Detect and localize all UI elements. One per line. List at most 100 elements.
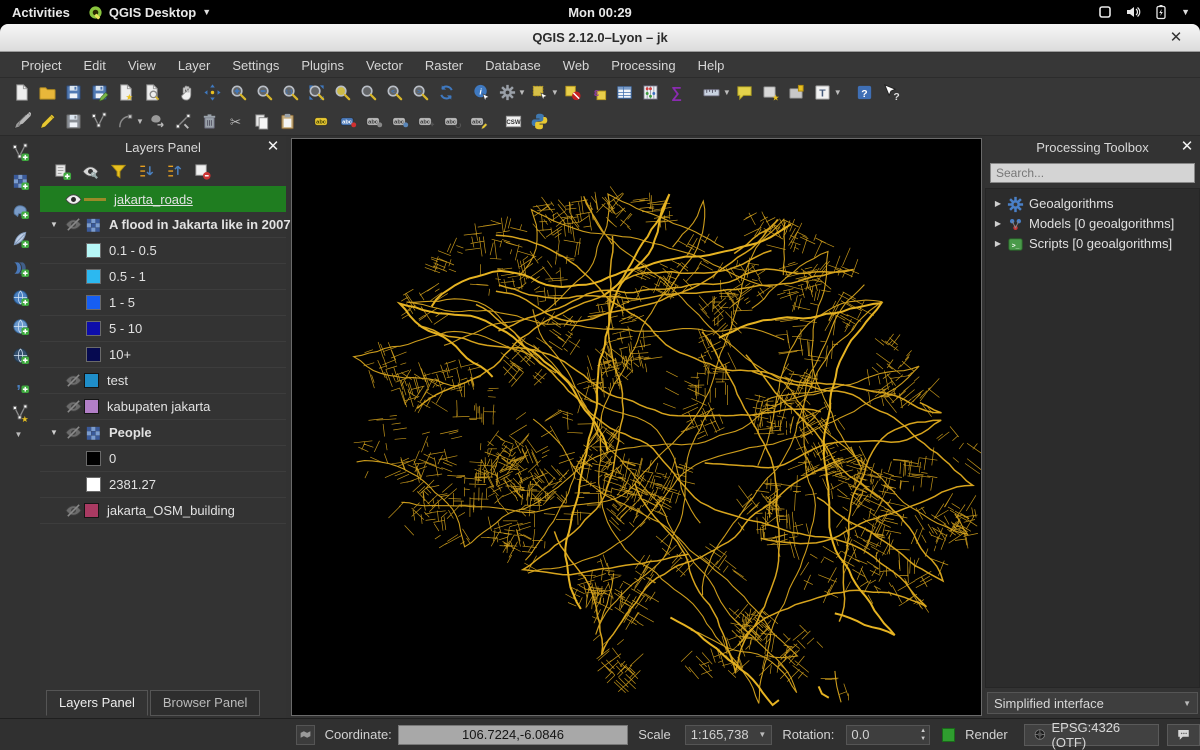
zoom-native-button[interactable]: 1:1 [277, 80, 303, 105]
change-label-button[interactable]: abc [466, 109, 492, 134]
add-wfs-layer-button[interactable] [6, 343, 34, 367]
map-canvas[interactable] [291, 138, 982, 716]
show-bookmarks-button[interactable] [784, 80, 810, 105]
zoom-full-button[interactable] [303, 80, 329, 105]
open-attribute-table-button[interactable] [612, 80, 638, 105]
render-checkbox[interactable] [942, 728, 955, 742]
save-project-button[interactable] [60, 80, 86, 105]
add-delimited-text-layer-button[interactable]: , [6, 372, 34, 396]
expander-icon[interactable]: ▶ [990, 199, 1006, 208]
visibility-eye-hidden-icon[interactable] [62, 397, 84, 416]
text-annotation-button[interactable]: T [810, 80, 836, 105]
deselect-features-button[interactable] [560, 80, 586, 105]
add-group-button[interactable] [50, 160, 74, 182]
crs-status-button[interactable]: EPSG:4326 (OTF) [1024, 724, 1159, 746]
layer-item-jakarta-roads[interactable]: jakarta_roads [40, 186, 286, 212]
node-tool-button[interactable] [171, 109, 197, 134]
cut-features-button[interactable]: ✂ [223, 109, 249, 134]
scale-combo[interactable]: 1:165,738 ▼ [685, 725, 773, 745]
legend-item-1-5[interactable]: 1 - 5 [40, 290, 286, 316]
save-layer-edits-button[interactable] [60, 109, 86, 134]
rotation-spinner[interactable]: 0.0 ▲▼ [846, 725, 930, 745]
visibility-eye-icon[interactable] [62, 190, 84, 209]
menu-database[interactable]: Database [474, 55, 552, 76]
expander-icon[interactable]: ▶ [990, 219, 1006, 228]
menu-settings[interactable]: Settings [221, 55, 290, 76]
menu-edit[interactable]: Edit [72, 55, 116, 76]
help-contents-button[interactable]: ? [852, 80, 878, 105]
composer-manager-button[interactable] [138, 80, 164, 105]
visibility-eye-hidden-icon[interactable] [62, 215, 84, 234]
legend-item-0-5-1[interactable]: 0.5 - 1 [40, 264, 286, 290]
expand-all-button[interactable] [134, 160, 158, 182]
paste-features-button[interactable] [275, 109, 301, 134]
zoom-next-button[interactable]: > [407, 80, 433, 105]
layer-item-jakarta-osm-building[interactable]: jakarta_OSM_building [40, 498, 286, 524]
refresh-map-button[interactable] [433, 80, 459, 105]
move-feature-button[interactable] [145, 109, 171, 134]
processing-item-0[interactable]: ▶Geoalgorithms [986, 193, 1199, 213]
rotate-label-button[interactable]: abc [440, 109, 466, 134]
layer-diagram-options-button[interactable]: abc [336, 109, 362, 134]
layer-labeling-options-button[interactable]: abc [310, 109, 336, 134]
add-vector-layer-button[interactable] [6, 140, 34, 164]
volume-icon[interactable] [1125, 4, 1141, 20]
messages-button[interactable] [1167, 724, 1200, 746]
pin-unpin-labels-button[interactable]: abc [362, 109, 388, 134]
measure-line-button[interactable] [699, 80, 725, 105]
zoom-to-layer-button[interactable] [329, 80, 355, 105]
toggle-editing-button[interactable] [34, 109, 60, 134]
menu-plugins[interactable]: Plugins [290, 55, 355, 76]
menu-processing[interactable]: Processing [600, 55, 686, 76]
copy-features-button[interactable] [249, 109, 275, 134]
rotation-spin-arrows[interactable]: ▲▼ [920, 727, 926, 743]
expander-icon[interactable]: ▼ [46, 428, 62, 437]
new-bookmark-button[interactable]: ★ [758, 80, 784, 105]
menu-raster[interactable]: Raster [414, 55, 474, 76]
app-menu-button[interactable]: QGIS Desktop ▼ [88, 5, 211, 20]
window-icon[interactable] [1097, 4, 1113, 20]
layer-item-people[interactable]: ▼People [40, 420, 286, 446]
layer-item-test[interactable]: test [40, 368, 286, 394]
layers-panel-header[interactable]: Layers Panel ✕ [40, 136, 286, 158]
select-features-button[interactable] [527, 80, 553, 105]
add-circular-string-button[interactable] [112, 109, 138, 134]
processing-toolbox-close-button[interactable]: ✕ [1178, 137, 1196, 155]
coordinate-toggle-button[interactable] [296, 725, 315, 745]
zoom-out-button[interactable] [251, 80, 277, 105]
new-composer-button[interactable]: ★ [112, 80, 138, 105]
processing-toolbox-header[interactable]: Processing Toolbox ✕ [985, 136, 1200, 158]
menu-help[interactable]: Help [687, 55, 736, 76]
run-feature-action-button[interactable] [494, 80, 520, 105]
select-by-expression-button[interactable]: ε [586, 80, 612, 105]
legend-item-2381-27[interactable]: 2381.27 [40, 472, 286, 498]
chevron-down-icon[interactable]: ▼ [1181, 7, 1190, 17]
menu-view[interactable]: View [117, 55, 167, 76]
zoom-to-selection-button[interactable] [355, 80, 381, 105]
new-shapefile-layer-button[interactable]: ★ [6, 401, 34, 425]
add-wms-layer-button[interactable] [6, 285, 34, 309]
pan-map-button[interactable] [173, 80, 199, 105]
menu-web[interactable]: Web [552, 55, 601, 76]
legend-item-0[interactable]: 0 [40, 446, 286, 472]
new-project-button[interactable] [8, 80, 34, 105]
pan-to-selection-button[interactable] [199, 80, 225, 105]
add-spatialite-layer-button[interactable] [6, 227, 34, 251]
add-mssql-layer-button[interactable] [6, 256, 34, 280]
expander-icon[interactable]: ▶ [990, 239, 1006, 248]
activities-button[interactable]: Activities [12, 5, 70, 20]
window-close-button[interactable]: ✕ [1166, 28, 1186, 48]
legend-item-10[interactable]: 10+ [40, 342, 286, 368]
interface-mode-select[interactable]: Simplified interface ▼ [987, 692, 1198, 714]
highlight-pinned-labels-button[interactable]: abc [388, 109, 414, 134]
layers-panel-close-button[interactable]: ✕ [264, 137, 282, 155]
menu-vector[interactable]: Vector [355, 55, 414, 76]
coordinate-input[interactable] [398, 725, 628, 745]
statistical-summary-button[interactable]: ∑ [664, 80, 690, 105]
whats-this-button[interactable]: ? [878, 80, 904, 105]
field-calculator-button[interactable] [638, 80, 664, 105]
expander-icon[interactable]: ▼ [46, 220, 62, 229]
python-console-button[interactable] [527, 109, 553, 134]
title-bar[interactable]: QGIS 2.12.0–Lyon – jk ✕ [0, 24, 1200, 52]
battery-icon[interactable] [1153, 4, 1169, 20]
